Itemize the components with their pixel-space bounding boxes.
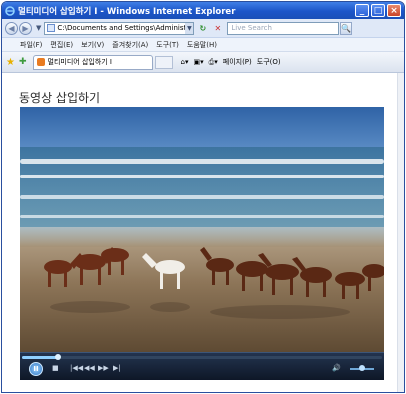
browser-window: 멀티미디어 삽입하기 I - Windows Internet Explorer… — [1, 1, 405, 393]
add-favorite-icon[interactable]: ✚ — [19, 57, 27, 67]
new-tab-button[interactable] — [154, 55, 173, 69]
title-bar[interactable]: 멀티미디어 삽입하기 I - Windows Internet Explorer… — [2, 2, 404, 19]
vertical-scrollbar[interactable] — [397, 73, 404, 392]
volume-thumb[interactable] — [359, 365, 365, 371]
previous-button[interactable]: |◀◀ — [70, 364, 83, 372]
tab-label: 멀티미디어 삽입하기 I — [47, 58, 112, 66]
seek-thumb[interactable] — [55, 354, 61, 360]
window-title: 멀티미디어 삽입하기 I - Windows Internet Explorer — [18, 6, 236, 17]
tools-menu-button[interactable]: 도구(O) — [257, 57, 281, 67]
tab-page-icon — [36, 58, 45, 66]
search-input[interactable]: Live Search — [227, 21, 340, 35]
page-icon — [47, 24, 56, 32]
page-title: 동영상 삽입하기 — [19, 91, 101, 105]
back-button[interactable]: ◀ — [5, 21, 18, 35]
maximize-button[interactable]: □ — [371, 4, 385, 17]
tab-active[interactable]: 멀티미디어 삽입하기 I — [32, 54, 153, 70]
horses-image — [44, 247, 384, 319]
video-frame[interactable] — [20, 107, 384, 352]
tab-bar: ★ ✚ 멀티미디어 삽입하기 I ⌂▾ ▣▾ ⎙▾ 페이지(P) 도구(O) — [2, 52, 404, 73]
menu-help[interactable]: 도움말(H) — [187, 40, 217, 50]
command-bar: ⌂▾ ▣▾ ⎙▾ 페이지(P) 도구(O) — [181, 57, 286, 67]
ie-icon — [5, 5, 15, 16]
page-menu-button[interactable]: 페이지(P) — [223, 57, 252, 67]
volume-icon[interactable]: 🔊 — [332, 364, 341, 372]
menu-file[interactable]: 파일(F) — [20, 40, 42, 50]
star-icon[interactable]: ★ — [6, 57, 15, 68]
play-pause-button[interactable]: II — [29, 362, 43, 376]
address-bar[interactable]: C:\Documents and Settings\Administr ▼ — [44, 21, 195, 35]
url-text[interactable]: C:\Documents and Settings\Administr — [57, 24, 185, 32]
menu-favorites[interactable]: 즐겨찾기(A) — [112, 40, 148, 50]
menu-tools[interactable]: 도구(T) — [156, 40, 179, 50]
home-icon[interactable]: ⌂▾ — [181, 58, 189, 66]
seek-bar[interactable] — [22, 354, 382, 360]
next-button[interactable]: ▶| — [113, 364, 121, 372]
menu-view[interactable]: 보기(V) — [81, 40, 104, 50]
stop-button[interactable]: ✕ — [211, 22, 224, 35]
forward-button[interactable]: ▶ — [19, 21, 32, 35]
menu-bar: 파일(F) 편집(E) 보기(V) 즐겨찾기(A) 도구(T) 도움말(H) — [2, 38, 404, 52]
print-icon[interactable]: ⎙▾ — [209, 58, 218, 67]
refresh-button[interactable]: ↻ — [196, 22, 209, 35]
address-row: ◀ ▶ ▼ C:\Documents and Settings\Administ… — [2, 19, 404, 38]
address-dropdown-icon[interactable]: ▼ — [185, 22, 194, 34]
fast-forward-button[interactable]: ▶▶ — [98, 364, 109, 372]
close-button[interactable]: × — [387, 4, 401, 17]
media-player-controls: II ■ |◀◀ ◀◀ ▶▶ ▶| 🔊 — [20, 352, 384, 380]
minimize-button[interactable]: _ — [355, 4, 369, 17]
page-content: 동영상 삽입하기 II ■ |◀◀ ◀◀ ▶▶ ▶| 🔊 — [2, 73, 398, 392]
search-button[interactable]: 🔍 — [340, 21, 353, 35]
feed-icon[interactable]: ▣▾ — [193, 58, 203, 66]
history-dropdown-icon[interactable]: ▼ — [36, 24, 41, 32]
seek-progress — [22, 356, 58, 359]
stop-media-button[interactable]: ■ — [52, 364, 59, 372]
rewind-button[interactable]: ◀◀ — [84, 364, 95, 372]
menu-edit[interactable]: 편집(E) — [50, 40, 73, 50]
